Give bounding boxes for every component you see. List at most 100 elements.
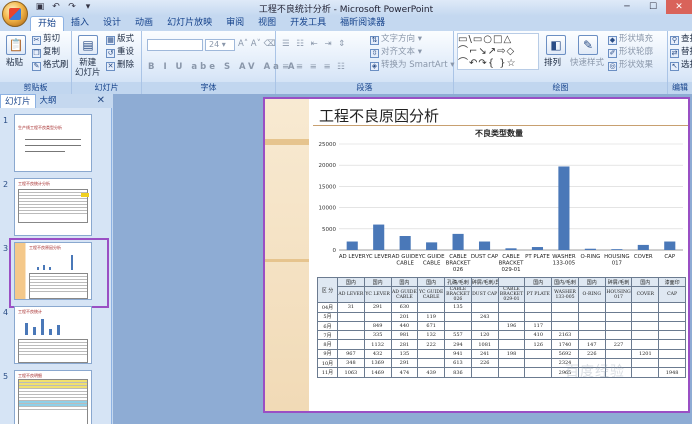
quick-styles-button[interactable]: 快速样式 [570,58,604,69]
table-cell [524,358,553,369]
quick-styles-icon[interactable]: ✎ [578,35,598,55]
slide-thumbnail-2[interactable]: 2 工程不良统计分析 [0,178,112,240]
grow-shrink-font-buttons[interactable]: A˄ A˅ ⌫ [238,39,276,50]
tab-developer[interactable]: 开发工具 [283,16,333,31]
close-button[interactable]: ✕ [666,0,692,14]
table-cell [658,320,686,332]
layout-button[interactable]: ▦ 版式 [106,34,134,45]
table-cell [363,311,392,322]
text-direction-button[interactable]: ⇅ 文字方向 ▾ [370,34,422,45]
select-button[interactable]: ↖选择 [670,60,692,71]
x-tick-label: DUST CAP [471,254,499,260]
table-cell [658,339,686,350]
brush-icon: ✎ [32,62,41,71]
table-cell: 国内 [417,276,446,288]
new-slide-icon[interactable]: ▤ [78,35,98,55]
slides-group-label: 幻灯片 [72,82,141,94]
table-cell: 135 [390,348,419,360]
y-tick-label: 20000 [319,163,337,169]
paste-button[interactable]: 粘贴 [6,58,23,69]
tab-design[interactable]: 设计 [96,16,128,31]
shape-effects-button[interactable]: ◎ 形状效果 [608,60,653,71]
replace-button[interactable]: ⇄替换 [670,47,692,58]
slide-title[interactable]: 工程不良原因分析 [319,105,439,126]
shape-effects-label: 形状效果 [619,60,654,70]
delete-label: 删除 [117,60,135,70]
copy-button[interactable]: ❐ 复制 [32,47,60,58]
table-cell: 1063 [337,367,365,378]
new-slide-button[interactable]: 新建 幻灯片 [75,58,101,78]
list-buttons[interactable]: ☰ ☷ ⇤ ⇥ ⇕ [282,39,347,50]
table-cell [577,330,606,341]
table-cell: 196 [497,320,526,332]
office-button[interactable] [2,1,28,27]
table-cell: 198 [497,348,526,360]
x-tick-label: CABLE BRACKET 029-01 [499,254,525,273]
table-cell: 432 [363,348,392,360]
current-slide[interactable]: 工程不良原因分析 不良类型数量 0 5000 10000 15000 20000 25000… [263,97,690,413]
tab-insert[interactable]: 插入 [64,16,96,31]
table-cell [658,330,686,341]
table-cell: 碎屑/毛刺/异物 [470,276,499,288]
arrange-icon[interactable]: ◧ [546,35,566,55]
table-cell: 126 [524,339,553,350]
delete-slide-button[interactable]: ✕ 删除 [106,60,134,71]
table-cell [577,311,606,322]
maximize-button[interactable]: ☐ [640,0,666,14]
x-tick-label: WASHER 133-005 [552,254,576,267]
tab-home[interactable]: 开始 [30,16,65,31]
reset-label: 重设 [117,47,135,57]
find-button[interactable]: ⚲查找 [670,34,692,45]
slide-thumbnail-1[interactable]: 1 生产线工程不良类型分析 [0,114,112,176]
table-cell [524,348,553,360]
font-size-combo[interactable]: 24 ▾ [205,39,235,51]
tab-foxit-reader[interactable]: 福昕阅读器 [333,16,392,31]
shape-fill-button[interactable]: ◆ 形状填充 [608,34,653,45]
table-cell: 613 [444,358,472,369]
close-panel-icon[interactable]: ✕ [97,95,105,106]
table-cell: 227 [604,339,633,350]
table-cell: 981 [390,330,419,341]
convert-smartart-button[interactable]: ◈ 转换为 SmartArt ▾ [370,60,455,71]
paragraph-group-label: 段落 [276,82,453,94]
arrange-button[interactable]: 排列 [544,58,561,69]
table-cell [417,302,446,313]
table-cell: 1740 [551,339,579,350]
cut-button[interactable]: ✂ 剪切 [32,34,60,45]
tab-review[interactable]: 审阅 [219,16,251,31]
tab-view[interactable]: 视图 [251,16,283,31]
paste-icon[interactable]: 📋 [6,35,26,55]
shapes-gallery[interactable]: ▭\▭○□△ ⌒⌐↘↗⇨◇ ⌒↶↷{ }☆ [457,33,539,70]
tab-slide-show[interactable]: 幻灯片放映 [160,16,219,31]
defect-data-table[interactable]: 区 分国内国内国内国内孔确/毛刺碎屑/毛刺/异物国内国内/毛刺国内碎屑/毛刺国内… [317,276,686,378]
slide-thumbnail-3[interactable]: 3 工程不良原因分析 [0,238,112,308]
table-cell: YC GUIDE CABLE [417,286,446,304]
font-name-combo[interactable] [147,39,203,51]
slide-thumbnail-4[interactable]: 4 工程不良统计 [0,306,112,368]
table-cell: 10月 [317,358,338,369]
defect-bar-chart[interactable]: 不良类型数量0500010000150002000025000AD LEVER Y… [309,126,689,276]
alignment-buttons[interactable]: ≡ ≡ ≡ ≡ ☷ [282,62,347,73]
tab-slides-panel[interactable]: 幻灯片 [0,94,36,108]
chart-bar [611,249,623,250]
clipboard-group: 📋 粘贴 ✂ 剪切 ❐ 复制 ✎ 格式刷 剪贴板 [0,31,72,94]
align-text-icon: ⇳ [370,49,379,58]
window-controls: ─ ☐ ✕ [614,0,692,14]
tab-animations[interactable]: 动画 [128,16,160,31]
minimize-button[interactable]: ─ [614,0,640,14]
slide-thumbnail-5[interactable]: 5 工程不良明细 [0,370,112,424]
shape-outline-button[interactable]: ✐ 形状轮廓 [608,47,653,58]
format-painter-button[interactable]: ✎ 格式刷 [32,60,69,71]
ribbon: 📋 粘贴 ✂ 剪切 ❐ 复制 ✎ 格式刷 剪贴板 ▤ 新建 幻灯片 ▦ 版式 ↺ 重设 ✕… [0,31,692,94]
align-text-button[interactable]: ⇳ 对齐文本 ▾ [370,47,422,58]
table-cell: 国内 [390,276,419,288]
table-cell: 241 [470,348,499,360]
reset-button[interactable]: ↺ 重设 [106,47,134,58]
x-tick-label: YC GUIDE CABLE [418,254,445,267]
tab-outline-panel[interactable]: 大纲 [36,94,61,108]
table-cell: 291 [363,302,392,313]
y-tick-label: 15000 [319,184,337,190]
table-cell: 31 [337,302,365,313]
chart-bar [373,224,385,250]
table-cell: 国内 [337,276,365,288]
